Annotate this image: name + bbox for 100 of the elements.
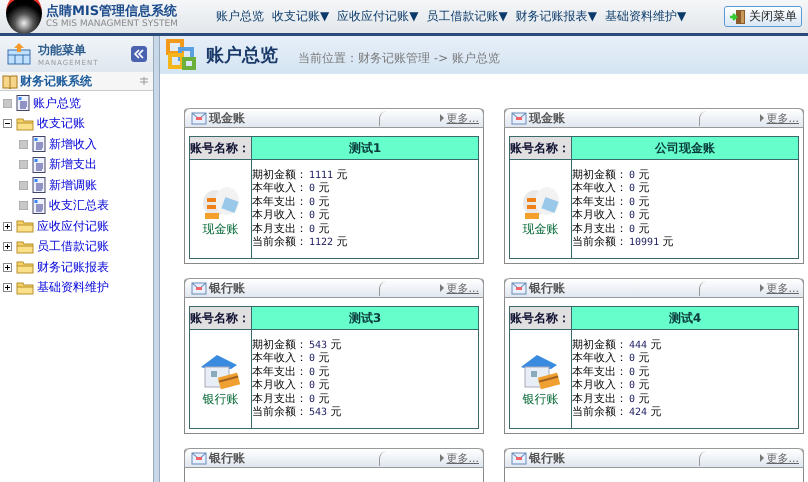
folder-icon bbox=[16, 240, 34, 254]
nav-menu-item[interactable]: 员工借款记账▼ bbox=[426, 8, 508, 25]
balance-line: 本月收入： 0 元 bbox=[252, 379, 331, 392]
tree-item[interactable]: 应收应付记账 bbox=[37, 218, 109, 235]
office-logo-icon bbox=[166, 39, 198, 71]
logo-icon bbox=[6, 0, 42, 34]
app-title: 点睛MIS管理信息系统 bbox=[46, 4, 178, 18]
tree-node-icon bbox=[19, 140, 28, 149]
balance-line: 当前余额： 10991 元 bbox=[572, 236, 675, 250]
tree-item[interactable]: 新增支出 bbox=[49, 156, 97, 174]
account-type-label: 银行账 bbox=[202, 392, 238, 406]
panel-title: 银行账 bbox=[529, 450, 565, 466]
menu-board-icon bbox=[6, 42, 32, 66]
account-type-label: 银行账 bbox=[522, 392, 558, 406]
expand-icon[interactable] bbox=[3, 262, 12, 272]
balance-line: 本月支出： 0 元 bbox=[252, 392, 331, 406]
account-type-label: 现金账 bbox=[522, 222, 558, 236]
balance-line: 期初金额： 444 元 bbox=[572, 338, 663, 352]
nav-menu-item[interactable]: 基础资料维护▼ bbox=[604, 8, 686, 25]
balance-line: 本月支出： 0 元 bbox=[572, 222, 651, 236]
envelope-icon bbox=[511, 451, 527, 465]
envelope-icon bbox=[191, 281, 207, 295]
account-name: 测试3 bbox=[252, 306, 478, 330]
balance-line: 本月支出： 0 元 bbox=[252, 222, 331, 236]
balance-line: 期初金额： 543 元 bbox=[252, 338, 343, 352]
folder-icon bbox=[16, 280, 34, 295]
more-link[interactable]: 更多... bbox=[378, 280, 483, 296]
balance-line: 当前余额： 424 元 bbox=[572, 406, 663, 420]
tree-item[interactable]: 账户总览 bbox=[33, 94, 81, 112]
balance-line: 本月支出： 0 元 bbox=[572, 392, 651, 406]
tree-node-icon bbox=[19, 201, 28, 210]
panel-title: 现金账 bbox=[209, 110, 245, 126]
breadcrumb: 当前位置：财务记账管理 -> 账户总览 bbox=[298, 50, 500, 66]
more-link[interactable]: 更多... bbox=[378, 450, 483, 466]
folder-icon bbox=[16, 116, 34, 131]
more-link[interactable]: 更多... bbox=[378, 110, 483, 126]
balance-line: 本月收入： 0 元 bbox=[252, 209, 331, 222]
collapse-sidebar-button[interactable] bbox=[131, 46, 147, 62]
balance-line: 本年支出： 0 元 bbox=[572, 196, 651, 209]
balance-line: 本年支出： 0 元 bbox=[572, 366, 651, 379]
tree-item[interactable]: 财务记账报表 bbox=[37, 258, 109, 276]
tree-item[interactable]: 新增调账 bbox=[49, 176, 97, 194]
panel-title: 银行账 bbox=[529, 280, 565, 296]
collapse-icon[interactable] bbox=[3, 119, 12, 128]
expand-icon[interactable] bbox=[3, 283, 12, 292]
balance-line: 期初金额： 0 元 bbox=[572, 168, 651, 182]
document-icon bbox=[32, 136, 46, 152]
expand-icon[interactable] bbox=[3, 222, 12, 231]
account-name: 公司现金账 bbox=[572, 136, 798, 160]
page-title: 账户总览 bbox=[206, 44, 278, 67]
expand-icon[interactable] bbox=[3, 242, 12, 252]
balance-line: 本年收入： 0 元 bbox=[252, 182, 331, 196]
nav-menu-item[interactable]: 应收应付记账▼ bbox=[337, 8, 418, 25]
balance-line: 本年收入： 0 元 bbox=[572, 352, 651, 366]
envelope-icon bbox=[511, 111, 527, 125]
account-name-label: 账号名称： bbox=[190, 306, 252, 330]
document-icon bbox=[32, 156, 46, 173]
panel-title: 银行账 bbox=[209, 280, 245, 296]
folder-icon bbox=[16, 219, 34, 234]
tree-root-label: 财务记账系统 bbox=[20, 72, 93, 90]
balance-line: 本年支出： 0 元 bbox=[252, 196, 331, 209]
balance-line: 期初金额： 1111 元 bbox=[252, 168, 349, 182]
double-chevron-icon bbox=[134, 49, 144, 59]
more-link[interactable]: 更多... bbox=[698, 280, 803, 296]
nav-menu-item[interactable]: 账户总览 bbox=[216, 8, 264, 25]
account-name: 测试1 bbox=[252, 136, 478, 160]
account-name-label: 账号名称： bbox=[510, 136, 572, 160]
envelope-icon bbox=[191, 111, 207, 125]
account-name: 测试4 bbox=[572, 306, 798, 330]
sidebar-title: 功能菜单 bbox=[38, 42, 87, 58]
balance-line: 本年收入： 0 元 bbox=[252, 352, 331, 366]
balance-line: 本年支出： 0 元 bbox=[252, 366, 331, 379]
nav-menu-item[interactable]: 财务记账报表▼ bbox=[516, 8, 597, 25]
balance-line: 本月收入： 0 元 bbox=[572, 209, 651, 222]
document-icon bbox=[32, 198, 46, 214]
folder-icon bbox=[16, 260, 34, 274]
nav-menu-item[interactable]: 收支记账▼ bbox=[272, 8, 330, 25]
pin-icon[interactable] bbox=[139, 76, 149, 86]
book-icon bbox=[2, 73, 18, 89]
account-name-label: 账号名称： bbox=[510, 306, 572, 330]
more-link[interactable]: 更多... bbox=[698, 110, 803, 126]
tree-item[interactable]: 收支汇总表 bbox=[49, 197, 109, 214]
tree-item[interactable]: 基础资料维护 bbox=[37, 279, 109, 296]
app-subtitle: CS MIS MANAGMENT SYSTEM bbox=[46, 18, 178, 28]
more-link[interactable]: 更多... bbox=[698, 450, 803, 466]
envelope-icon bbox=[191, 451, 207, 465]
close-menu-button[interactable]: 关闭菜单 bbox=[724, 6, 802, 27]
envelope-icon bbox=[511, 281, 527, 295]
balance-line: 当前余额： 1122 元 bbox=[252, 236, 349, 250]
balance-line: 当前余额： 543 元 bbox=[252, 406, 343, 420]
tree-item[interactable]: 员工借款记账 bbox=[37, 238, 109, 256]
tree-node-icon bbox=[3, 98, 12, 108]
tree-item[interactable]: 收支记账 bbox=[37, 115, 85, 132]
document-icon bbox=[16, 95, 30, 112]
tree-node-icon bbox=[19, 180, 28, 190]
tree-item[interactable]: 新增收入 bbox=[49, 136, 97, 153]
panel-title: 银行账 bbox=[209, 450, 245, 466]
account-type-label: 现金账 bbox=[202, 222, 238, 236]
document-icon bbox=[32, 177, 46, 194]
balance-line: 本年收入： 0 元 bbox=[572, 182, 651, 196]
